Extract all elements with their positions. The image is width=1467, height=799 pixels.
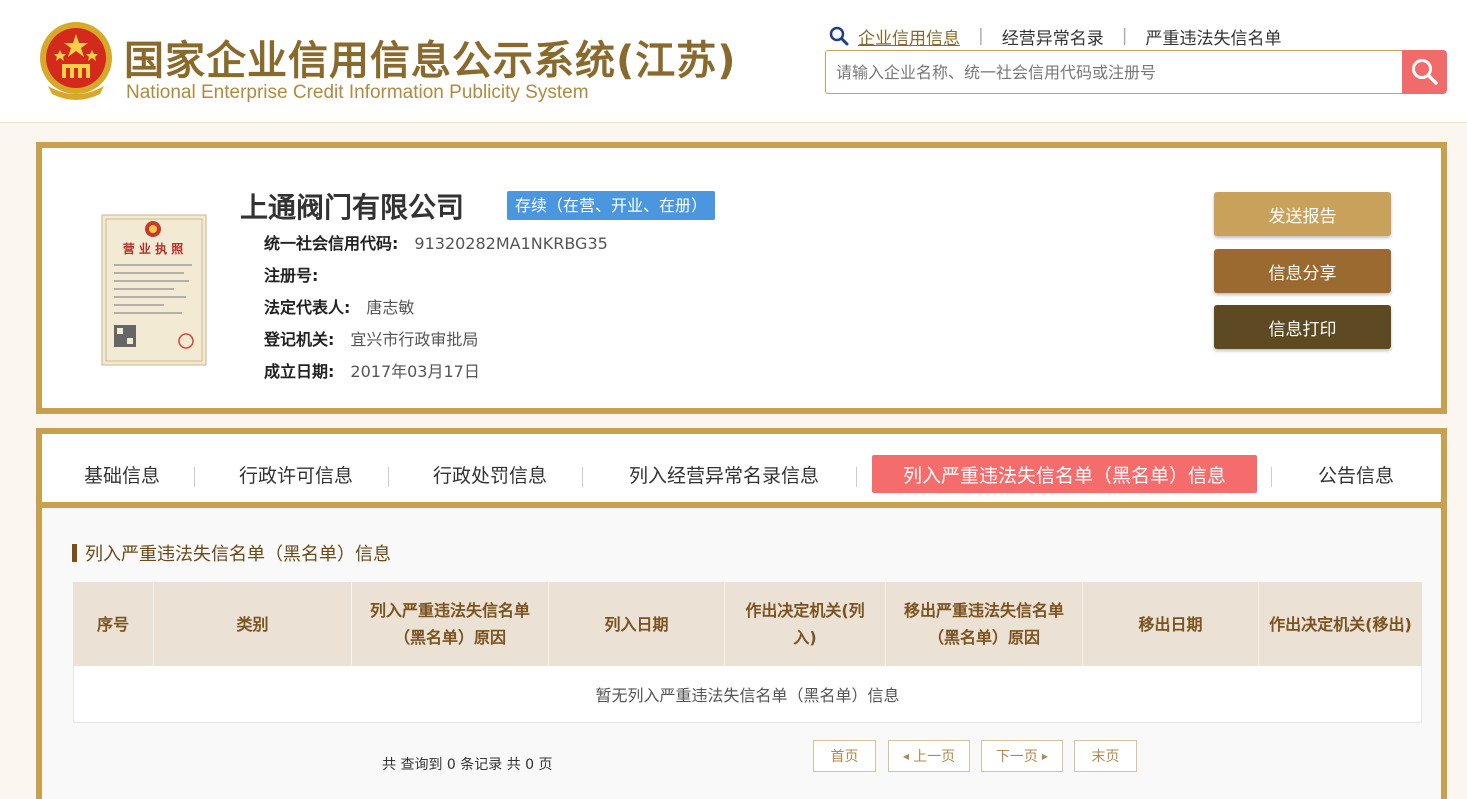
site-subtitle: National Enterprise Credit Information P… [126, 82, 589, 103]
tab-admin-penalty[interactable]: 行政处罚信息 [410, 455, 570, 493]
column-header: 作出决定机关(列入) [725, 582, 886, 666]
table-header: 序号 类别 列入严重违法失信名单（黑名单）原因 列入日期 作出决定机关(列入) … [73, 582, 1422, 666]
info-label: 成立日期: [264, 362, 335, 381]
prev-page-button[interactable]: ◀ 上一页 [888, 740, 970, 772]
nav-enterprise-info-link[interactable]: 企业信用信息 [858, 24, 960, 49]
column-header: 移出严重违法失信名单（黑名单）原因 [886, 582, 1083, 666]
search-button[interactable] [1402, 50, 1447, 94]
section-title: 列入严重违法失信名单（黑名单）信息 [72, 540, 391, 566]
column-header: 移出日期 [1083, 582, 1259, 666]
search-icon [829, 26, 849, 46]
next-page-button[interactable]: 下一页 ▶ [981, 740, 1063, 772]
svg-text:营 业 执 照: 营 业 执 照 [123, 241, 184, 256]
nav-divider: | [978, 26, 984, 46]
first-page-button[interactable]: 首页 [813, 740, 876, 772]
business-license-image: 营 业 执 照 [94, 201, 212, 371]
send-report-button[interactable]: 发送报告 [1214, 192, 1391, 236]
blacklist-table: 序号 类别 列入严重违法失信名单（黑名单）原因 列入日期 作出决定机关(列入) … [73, 582, 1422, 723]
column-header: 序号 [73, 582, 154, 666]
tab-divider [582, 467, 583, 487]
tab-divider [1271, 467, 1272, 487]
nav-abnormal-list-link[interactable]: 经营异常名录 [1002, 24, 1104, 49]
info-row-legal-rep: 法定代表人: 唐志敏 [264, 294, 608, 326]
caret-right-icon: ▶ [1041, 751, 1049, 761]
last-page-button[interactable]: 末页 [1074, 740, 1137, 772]
pagination-summary: 共 查询到 0 条记录 共 0 页 [382, 757, 553, 773]
column-header: 列入严重违法失信名单（黑名单）原因 [352, 582, 549, 666]
next-page-label: 下一页 [995, 749, 1038, 765]
top-nav: 企业信用信息 | 经营异常名录 | 严重违法失信名单 [828, 24, 1281, 49]
column-header: 作出决定机关(移出) [1269, 614, 1412, 634]
info-row-authority: 登记机关: 宜兴市行政审批局 [264, 326, 608, 358]
info-value: 2017年03月17日 [350, 362, 480, 381]
tab-divider [194, 467, 195, 487]
print-info-button[interactable]: 信息打印 [1214, 305, 1391, 349]
prev-page-label: 上一页 [913, 749, 956, 765]
info-label: 统一社会信用代码: [264, 234, 399, 253]
info-label: 法定代表人: [264, 298, 351, 317]
magnifier-icon [1411, 59, 1438, 85]
info-value: 91320282MA1NKRBG35 [414, 234, 608, 253]
column-header: 列入日期 [549, 582, 725, 666]
info-value: 唐志敏 [366, 298, 415, 317]
info-label: 登记机关: [264, 330, 335, 349]
tab-admin-license[interactable]: 行政许可信息 [216, 455, 376, 493]
info-value: 宜兴市行政审批局 [350, 330, 479, 349]
info-row-reg-no: 注册号: [264, 262, 608, 294]
search-box [825, 50, 1403, 94]
nav-serious-list-link[interactable]: 严重违法失信名单 [1145, 24, 1281, 49]
nav-divider: | [1121, 26, 1128, 46]
search-input[interactable] [826, 51, 1403, 93]
site-header: 国家企业信用信息公示系统(江苏) National Enterprise Cre… [0, 0, 1467, 123]
tab-divider [856, 467, 857, 487]
section-marker [72, 544, 77, 562]
tab-divider [388, 467, 389, 487]
info-row-founded: 成立日期: 2017年03月17日 [264, 358, 608, 390]
tab-bar: 基础信息 行政许可信息 行政处罚信息 列入经营异常名录信息 列入严重违法失信名单… [36, 428, 1447, 508]
site-title: 国家企业信用信息公示系统(江苏) [124, 38, 737, 84]
caret-left-icon: ◀ [902, 751, 910, 761]
info-row-credit-code: 统一社会信用代码: 91320282MA1NKRBG35 [264, 230, 608, 262]
content-panel: 列入严重违法失信名单（黑名单）信息 序号 类别 列入严重违法失信名单（黑名单）原… [36, 502, 1447, 799]
national-emblem-icon [40, 22, 112, 100]
tab-announcement[interactable]: 公告信息 [1286, 455, 1426, 493]
company-name: 上通阀门有限公司 [240, 191, 465, 224]
tab-blacklist[interactable]: 列入严重违法失信名单（黑名单）信息 [872, 455, 1257, 493]
company-info-list: 统一社会信用代码: 91320282MA1NKRBG35 注册号: 法定代表人: 唐… [264, 230, 608, 390]
info-label: 注册号: [264, 266, 319, 285]
share-info-button[interactable]: 信息分享 [1214, 249, 1391, 293]
empty-state-row: 暂无列入严重违法失信名单（黑名单）信息 [73, 666, 1422, 723]
section-title-text: 列入严重违法失信名单（黑名单）信息 [85, 544, 391, 565]
status-badge: 存续（在营、开业、在册） [507, 191, 716, 220]
column-header: 类别 [154, 582, 352, 666]
tab-abnormal-list[interactable]: 列入经营异常名录信息 [604, 455, 844, 493]
company-card: 营 业 执 照 上通阀门有限公司 存续（在营、开业、在册） 统一社会信用代码: 9… [36, 142, 1447, 414]
tab-basic-info[interactable]: 基础信息 [62, 455, 182, 493]
